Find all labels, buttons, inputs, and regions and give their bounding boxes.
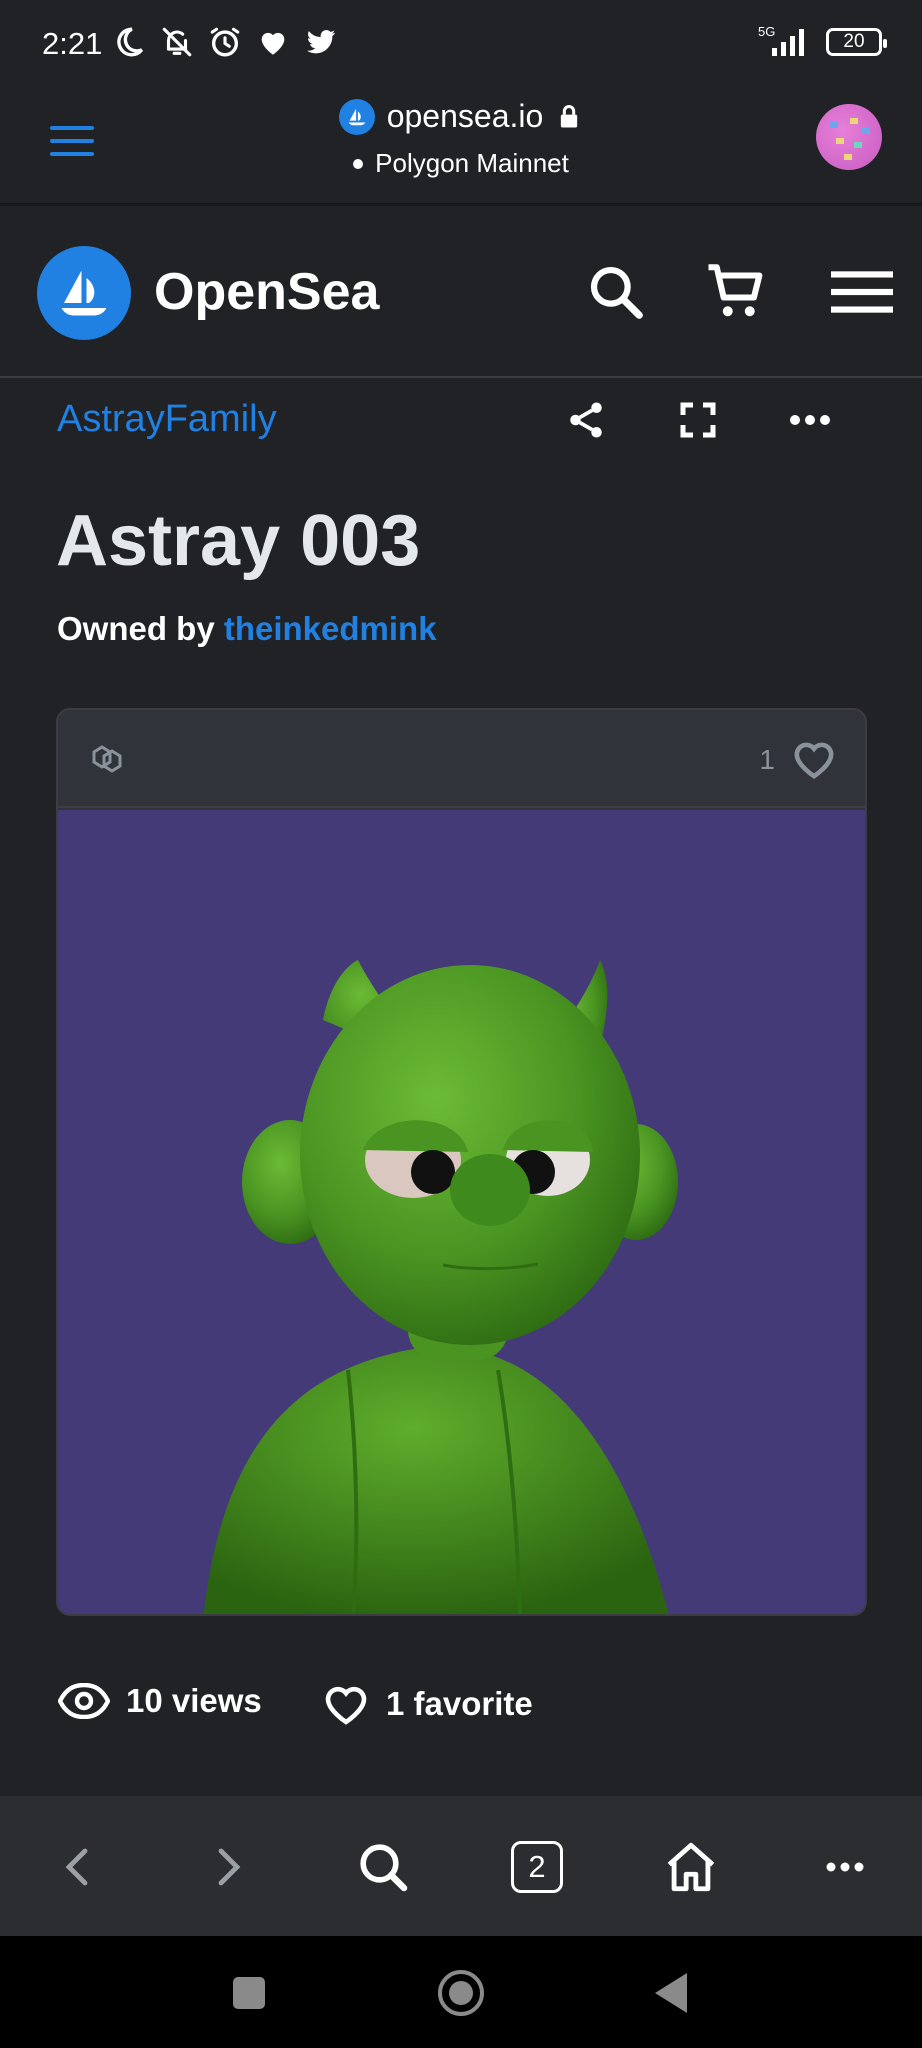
home-icon[interactable] <box>656 1832 726 1902</box>
card-header: 1 <box>58 710 865 808</box>
collection-link[interactable]: AstrayFamily <box>57 398 277 441</box>
system-navigation-bar <box>0 1936 922 2048</box>
nft-image[interactable] <box>58 810 865 1614</box>
forward-icon[interactable] <box>194 1832 264 1902</box>
status-bar: 2:21 5G 20 <box>0 0 922 90</box>
alarm-icon <box>210 27 240 57</box>
lock-icon <box>561 104 578 127</box>
status-system-icons: 5G 20 <box>754 24 887 60</box>
tabs-count: 2 <box>511 1841 563 1893</box>
nft-card: 1 <box>56 708 867 1616</box>
cart-icon[interactable] <box>700 256 772 328</box>
wallet-avatar[interactable] <box>816 104 882 170</box>
opensea-header: OpenSea <box>0 206 922 378</box>
network-dot <box>353 158 364 169</box>
item-title: Astray 003 <box>56 501 421 581</box>
share-icon[interactable] <box>560 394 612 446</box>
heart-outline-icon <box>325 1686 367 1725</box>
tabs-button[interactable]: 2 <box>502 1832 572 1902</box>
eye-icon <box>58 1683 110 1719</box>
heart-icon <box>261 32 285 55</box>
address-bar[interactable]: opensea.io <box>0 98 922 135</box>
menu-icon[interactable] <box>826 256 898 328</box>
moon-icon <box>117 27 144 57</box>
browser-search-icon[interactable] <box>348 1832 418 1902</box>
recents-icon[interactable] <box>224 1968 274 2018</box>
polygon-chain-icon <box>92 745 122 773</box>
battery-level: 20 <box>843 31 865 52</box>
network-label: 5G <box>758 24 775 39</box>
fullscreen-icon[interactable] <box>672 394 724 446</box>
brand-name[interactable]: OpenSea <box>154 262 379 322</box>
network-name: Polygon Mainnet <box>375 148 569 178</box>
more-options-icon[interactable] <box>784 394 836 446</box>
status-notification-icons <box>112 24 338 60</box>
bell-off-icon <box>162 27 192 57</box>
opensea-logo[interactable] <box>37 246 131 340</box>
favorites-count: 1 favorite <box>386 1685 533 1722</box>
twitter-icon <box>306 30 336 54</box>
favorite-heart-icon[interactable] <box>791 738 837 780</box>
url-text: opensea.io <box>386 98 544 134</box>
network-indicator: Polygon Mainnet <box>0 148 922 179</box>
home-button-icon[interactable] <box>436 1968 486 2018</box>
views-count: 10 views <box>126 1682 262 1719</box>
search-icon[interactable] <box>580 256 652 328</box>
owner-link[interactable]: theinkedmink <box>224 610 437 647</box>
owned-by: Owned by theinkedmink <box>57 610 437 648</box>
back-icon[interactable] <box>42 1832 112 1902</box>
views-stat: 10 views <box>58 1682 262 1720</box>
browser-more-icon[interactable] <box>810 1832 880 1902</box>
back-button-icon[interactable] <box>646 1968 696 2018</box>
browser-toolbar: opensea.io Polygon Mainnet <box>0 90 922 206</box>
status-time: 2:21 <box>42 26 103 61</box>
owned-by-label: Owned by <box>57 610 215 647</box>
browser-bottom-bar: 2 <box>0 1796 922 1936</box>
green-character-illustration <box>203 960 678 1614</box>
favorites-stat: 1 favorite <box>322 1682 533 1726</box>
site-favicon-icon <box>338 98 375 135</box>
favorite-count: 1 <box>759 744 775 775</box>
signal-icon: 5G <box>758 24 804 56</box>
battery-icon: 20 <box>826 28 887 56</box>
